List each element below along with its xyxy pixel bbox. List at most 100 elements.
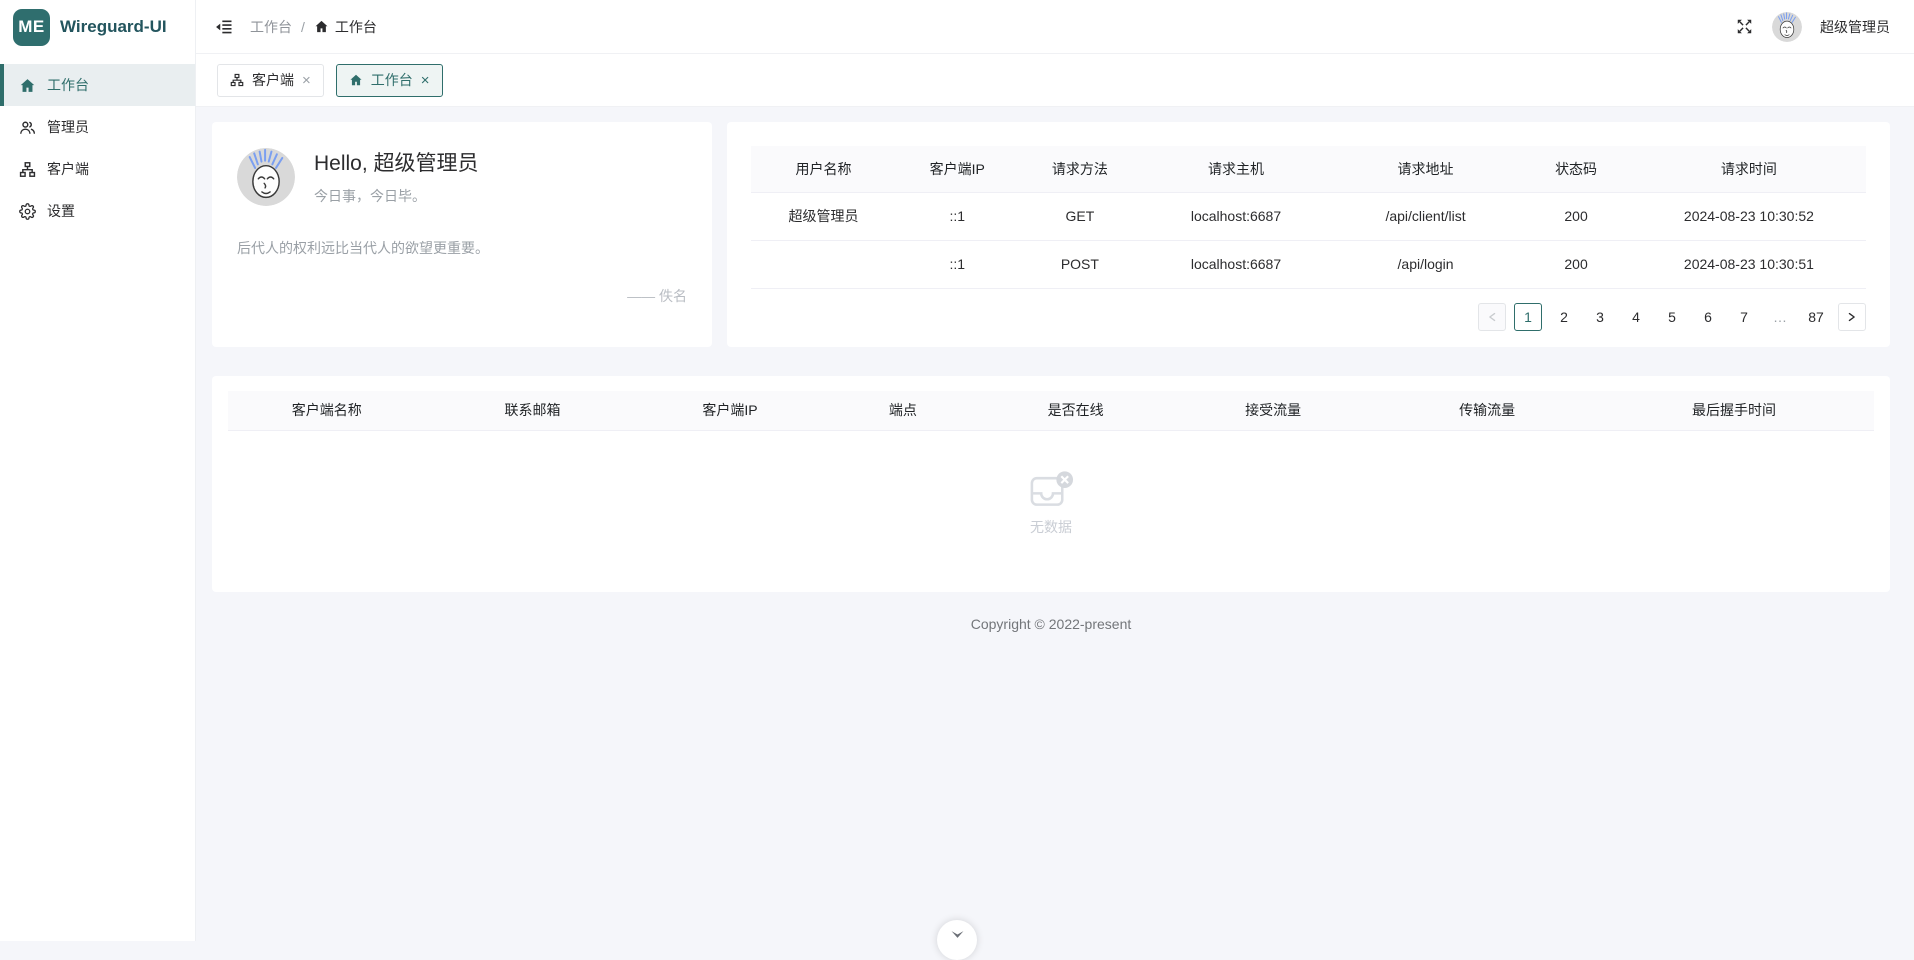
breadcrumb: 工作台 / 工作台 — [250, 17, 377, 37]
cell-status-code: 200 — [1520, 192, 1632, 240]
top-header: 工作台 / 工作台 超级管理员 — [196, 0, 1914, 54]
sidebar: ME Wireguard-UI 工作台 管理员 客户端 设置 — [0, 0, 196, 941]
tab-bar: 客户端 × 工作台 × — [196, 54, 1914, 107]
copyright-footer: Copyright © 2022-present — [212, 616, 1890, 632]
col-request-method: 请求方法 — [1019, 146, 1142, 192]
app-logo[interactable]: ME Wireguard-UI — [0, 0, 195, 54]
col-client-name: 客户端名称 — [228, 391, 426, 431]
sitemap-icon — [230, 73, 244, 87]
clients-table: 客户端名称 联系邮箱 客户端IP 端点 是否在线 接受流量 传输流量 最后握手时… — [228, 391, 1874, 432]
col-endpoint: 端点 — [821, 391, 986, 431]
sitemap-icon — [19, 161, 36, 178]
close-icon[interactable]: × — [302, 73, 311, 88]
tab-clients[interactable]: 客户端 × — [217, 64, 324, 97]
pagination-page-5[interactable]: 5 — [1658, 303, 1686, 331]
home-icon — [314, 19, 329, 34]
logo-icon: ME — [13, 9, 50, 46]
devtools-toggle[interactable] — [937, 920, 977, 960]
col-client-ip: 客户端IP — [896, 146, 1019, 192]
no-data-icon — [1027, 468, 1075, 508]
sidebar-item-settings[interactable]: 设置 — [0, 190, 195, 232]
users-icon — [19, 119, 36, 136]
cell-request-method: POST — [1019, 240, 1142, 288]
cell-client-ip: ::1 — [896, 240, 1019, 288]
cell-request-method: GET — [1019, 192, 1142, 240]
sidebar-item-label: 管理员 — [47, 117, 89, 137]
user-name[interactable]: 超级管理员 — [1820, 17, 1890, 37]
gear-icon — [19, 203, 36, 220]
pagination-page-1[interactable]: 1 — [1514, 303, 1542, 331]
table-row: 超级管理员 ::1 GET localhost:6687 /api/client… — [751, 192, 1866, 240]
sidebar-item-workbench[interactable]: 工作台 — [0, 64, 195, 106]
pagination-next-button[interactable] — [1838, 303, 1866, 331]
cell-request-host: localhost:6687 — [1141, 240, 1331, 288]
cell-status-code: 200 — [1520, 240, 1632, 288]
pagination-page-87[interactable]: 87 — [1802, 303, 1830, 331]
table-header-row: 用户名称 客户端IP 请求方法 请求主机 请求地址 状态码 请求时间 — [751, 146, 1866, 192]
tab-label: 客户端 — [252, 70, 294, 90]
breadcrumb-parent[interactable]: 工作台 — [250, 17, 292, 37]
pagination-prev-button[interactable] — [1478, 303, 1506, 331]
cell-request-host: localhost:6687 — [1141, 192, 1331, 240]
pagination-page-3[interactable]: 3 — [1586, 303, 1614, 331]
breadcrumb-separator: / — [301, 19, 305, 35]
empty-state: 无数据 — [228, 431, 1874, 592]
pagination-page-6[interactable]: 6 — [1694, 303, 1722, 331]
tab-label: 工作台 — [371, 70, 413, 90]
avatar[interactable] — [1772, 12, 1802, 42]
empty-state-label: 无数据 — [1030, 517, 1072, 537]
greeting-subtitle: 今日事，今日毕。 — [314, 186, 479, 206]
col-last-handshake: 最后握手时间 — [1594, 391, 1874, 431]
cell-user-name: 超级管理员 — [751, 192, 896, 240]
table-header-row: 客户端名称 联系邮箱 客户端IP 端点 是否在线 接受流量 传输流量 最后握手时… — [228, 391, 1874, 431]
fullscreen-icon[interactable] — [1735, 17, 1754, 36]
breadcrumb-current-label: 工作台 — [335, 17, 377, 37]
cell-client-ip: ::1 — [896, 192, 1019, 240]
sidebar-item-clients[interactable]: 客户端 — [0, 148, 195, 190]
chevron-down-icon — [949, 927, 966, 942]
col-request-host: 请求主机 — [1141, 146, 1331, 192]
cell-request-time: 2024-08-23 10:30:52 — [1632, 192, 1866, 240]
app-title: Wireguard-UI — [60, 17, 167, 37]
col-online-status: 是否在线 — [985, 391, 1166, 431]
col-tx-traffic: 传输流量 — [1380, 391, 1594, 431]
avatar — [237, 148, 295, 206]
pagination-page-4[interactable]: 4 — [1622, 303, 1650, 331]
pagination-page-7[interactable]: 7 — [1730, 303, 1758, 331]
sidebar-item-label: 设置 — [47, 201, 75, 221]
breadcrumb-current[interactable]: 工作台 — [314, 17, 377, 37]
home-icon — [349, 73, 363, 87]
col-client-ip: 客户端IP — [639, 391, 820, 431]
pagination-page-2[interactable]: 2 — [1550, 303, 1578, 331]
sidebar-item-label: 工作台 — [47, 75, 89, 95]
pagination-ellipsis[interactable]: … — [1766, 303, 1794, 331]
daily-quote: 后代人的权利远比当代人的欲望更重要。 — [237, 238, 687, 258]
cell-request-path: /api/client/list — [1331, 192, 1521, 240]
sidebar-item-admins[interactable]: 管理员 — [0, 106, 195, 148]
table-row: ::1 POST localhost:6687 /api/login 200 2… — [751, 240, 1866, 288]
clients-card: 客户端名称 联系邮箱 客户端IP 端点 是否在线 接受流量 传输流量 最后握手时… — [212, 376, 1890, 593]
avatar-face-icon — [237, 148, 295, 206]
pagination: 1 2 3 4 5 6 7 … 87 — [751, 303, 1866, 331]
tab-workbench[interactable]: 工作台 × — [336, 64, 443, 97]
col-user-name: 用户名称 — [751, 146, 896, 192]
col-status-code: 状态码 — [1520, 146, 1632, 192]
hello-card: Hello, 超级管理员 今日事，今日毕。 后代人的权利远比当代人的欲望更重要。… — [212, 122, 712, 347]
quote-author: —— 佚名 — [237, 286, 687, 306]
cell-user-name — [751, 240, 896, 288]
request-log-card: 用户名称 客户端IP 请求方法 请求主机 请求地址 状态码 请求时间 超级管理员… — [727, 122, 1890, 347]
request-log-table: 用户名称 客户端IP 请求方法 请求主机 请求地址 状态码 请求时间 超级管理员… — [751, 146, 1866, 289]
header-actions: 超级管理员 — [1735, 12, 1890, 42]
home-icon — [19, 77, 36, 94]
main-content: Hello, 超级管理员 今日事，今日毕。 后代人的权利远比当代人的欲望更重要。… — [196, 107, 1914, 941]
sidebar-item-label: 客户端 — [47, 159, 89, 179]
col-rx-traffic: 接受流量 — [1166, 391, 1380, 431]
col-request-time: 请求时间 — [1632, 146, 1866, 192]
chevron-left-icon — [1486, 311, 1498, 323]
greeting-title: Hello, 超级管理员 — [314, 147, 479, 177]
close-icon[interactable]: × — [421, 73, 430, 88]
sidebar-menu: 工作台 管理员 客户端 设置 — [0, 54, 195, 232]
cell-request-path: /api/login — [1331, 240, 1521, 288]
col-request-path: 请求地址 — [1331, 146, 1521, 192]
sidebar-collapse-icon[interactable] — [214, 17, 234, 37]
